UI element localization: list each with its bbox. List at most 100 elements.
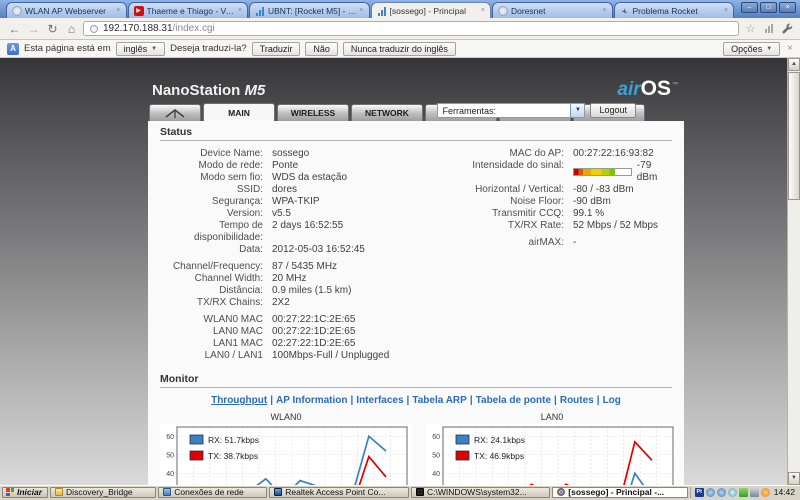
logout-button[interactable]: Logout (590, 103, 636, 118)
field-group: airMAX: - (470, 237, 672, 249)
taskbar-button-label: Discovery_Bridge (66, 487, 133, 497)
link-separator: | (350, 395, 354, 406)
monitor-link-routes[interactable]: Routes (560, 395, 594, 406)
browser-tab[interactable]: Doresnet × (492, 2, 613, 18)
back-icon[interactable]: ← (7, 21, 22, 37)
status-field-row: Tempo de disponibilidade: 2 days 16:52:55 (160, 220, 460, 244)
browser-tab[interactable]: [sossego] - Principal × (370, 2, 491, 18)
monitor-link-throughput[interactable]: Throughput (211, 395, 267, 406)
monitor-section: Monitor Throughput | AP Information | Interf… (160, 373, 678, 485)
link-separator: | (270, 395, 273, 406)
home-icon[interactable]: ⌂ (64, 21, 79, 37)
page-viewport: ▲ ▼ NanoStation M5 air OS ™ MAIN WIRELESS (0, 58, 800, 485)
taskbar-button[interactable]: [sossego] - Principal -... (552, 486, 688, 498)
translate-button[interactable]: Traduzir (251, 41, 301, 56)
globe-icon (498, 5, 508, 16)
taskbar-button[interactable]: Conexões de rede (158, 486, 268, 498)
tab-close-icon[interactable]: × (481, 7, 485, 14)
chart-title: WLAN0 (270, 412, 302, 422)
tray-update-icon[interactable] (760, 487, 770, 497)
stats-extension-icon[interactable] (765, 24, 773, 33)
address-bar[interactable]: 192.170.188.31/index.cgi (83, 21, 739, 36)
monitor-link-tabela-de-ponte[interactable]: Tabela de ponte (476, 395, 551, 406)
signal-value: -79 dBm (636, 160, 658, 183)
taskbar-button[interactable]: C:\WINDOWS\system32... (411, 486, 551, 498)
browser-tab[interactable]: ▶Thaeme e Thiago - Vou dar c× (127, 2, 248, 18)
taskbar-button-label: [sossego] - Principal -... (568, 487, 665, 497)
tab-close-icon[interactable]: × (116, 7, 120, 14)
status-field-row: Modo de rede: Ponte (160, 160, 460, 172)
field-label: WLAN0 MAC (203, 314, 263, 325)
no-button[interactable]: Não (305, 41, 338, 56)
field-group: Device Name: sossego Modo de rede: Ponte Mod… (160, 148, 460, 256)
tray-net-icon[interactable] (749, 487, 759, 497)
system-tray: Pt 14:42 (689, 486, 798, 498)
monitor-links: Throughput | AP Information | Interfaces | Tab… (160, 395, 672, 406)
task-buttons: Discovery_Bridge Conexões de rede Realtek … (50, 486, 688, 498)
restore-button[interactable]: □ (760, 2, 777, 13)
forward-icon[interactable]: → (26, 21, 41, 37)
tab-close-icon[interactable]: × (238, 7, 242, 14)
tab-ubnt-logo[interactable] (149, 104, 201, 121)
field-label: TX/RX Rate: (507, 220, 564, 231)
start-button[interactable]: Iniciar (2, 486, 49, 498)
translate-bar: A Esta página está em inglês ▼ Deseja tr… (0, 40, 800, 58)
monitor-link-log[interactable]: Log (603, 395, 621, 406)
tab-close-icon[interactable]: × (359, 7, 363, 14)
tray-globe2-icon[interactable] (716, 487, 726, 497)
field-label: Segurança: (211, 196, 263, 207)
wrench-menu-icon[interactable] (780, 22, 793, 35)
taskbar-button-label: C:\WINDOWS\system32... (427, 487, 527, 497)
tab-close-icon[interactable]: × (602, 7, 606, 14)
scrollbar-thumb[interactable] (788, 72, 800, 200)
taskbar-button[interactable]: Discovery_Bridge (50, 486, 157, 498)
bookmark-star-icon[interactable]: ☆ (743, 21, 758, 37)
tab-close-icon[interactable]: × (724, 7, 728, 14)
status-field-row: Intensidade do sinal: -79 dBm (470, 160, 672, 184)
url-host: 192.170.188.31 (103, 23, 173, 34)
field-label: Channel/Frequency: (172, 261, 263, 272)
scroll-down-icon[interactable]: ▼ (788, 472, 800, 485)
field-label: airMAX: (528, 237, 564, 248)
monitor-link-tabela-arp[interactable]: Tabela ARP (412, 395, 466, 406)
monitor-link-interfaces[interactable]: Interfaces (356, 395, 403, 406)
status-field-row: TX/RX Chains: 2X2 (160, 297, 460, 309)
infobar-close-icon[interactable]: × (787, 43, 793, 54)
vertical-scrollbar[interactable]: ▲ ▼ (787, 58, 800, 485)
language-dropdown[interactable]: inglês ▼ (115, 41, 166, 56)
console-icon (416, 488, 425, 496)
scroll-up-icon[interactable]: ▲ (788, 58, 800, 71)
svg-text:40: 40 (432, 471, 440, 478)
monitor-link-ap-information[interactable]: AP Information (276, 395, 347, 406)
minimize-button[interactable]: – (741, 2, 758, 13)
globe-icon (12, 5, 22, 16)
tray-pt-icon[interactable]: Pt (694, 487, 704, 497)
tray-globe1-icon[interactable] (705, 487, 715, 497)
field-label: Modo sem fio: (200, 172, 263, 183)
status-field-row: Data: 2012-05-03 16:52:45 (160, 244, 460, 256)
taskbar-button[interactable]: Realtek Access Point Co... (269, 486, 410, 498)
tools-dropdown-label: Ferramentas: (442, 105, 496, 116)
reload-icon[interactable]: ↻ (45, 21, 60, 37)
field-label: Modo de rede: (198, 160, 264, 171)
browser-tab[interactable]: WLAN AP Webserver × (6, 2, 127, 18)
folder-icon (55, 488, 64, 496)
tray-shield-icon[interactable] (738, 487, 748, 497)
field-label: SSID: (236, 184, 263, 195)
browser-tab[interactable]: ➢ Problema Rocket × (613, 2, 734, 18)
never-translate-button[interactable]: Nunca traduzir do inglês (342, 41, 456, 56)
nav-tab-wireless[interactable]: WIRELESS (277, 104, 349, 121)
field-value: - (573, 237, 577, 248)
tray-clock-icon[interactable] (727, 487, 737, 497)
tools-dropdown[interactable]: Ferramentas: ▼ (437, 103, 586, 118)
nav-tab-network[interactable]: NETWORK (351, 104, 423, 121)
nav-tab-main[interactable]: MAIN (203, 103, 275, 121)
translate-icon: A (7, 42, 19, 55)
field-value: 52 Mbps / 52 Mbps (573, 220, 659, 231)
status-left-column: Device Name: sossego Modo de rede: Ponte Mod… (160, 148, 460, 367)
options-button[interactable]: Opções ▼ (723, 41, 781, 56)
close-button[interactable]: × (779, 2, 796, 13)
browser-tab[interactable]: UBNT: [Rocket M5] - Principal× (249, 2, 370, 18)
window-controls: – □ × (741, 2, 796, 13)
tab-title: WLAN AP Webserver (25, 5, 106, 16)
